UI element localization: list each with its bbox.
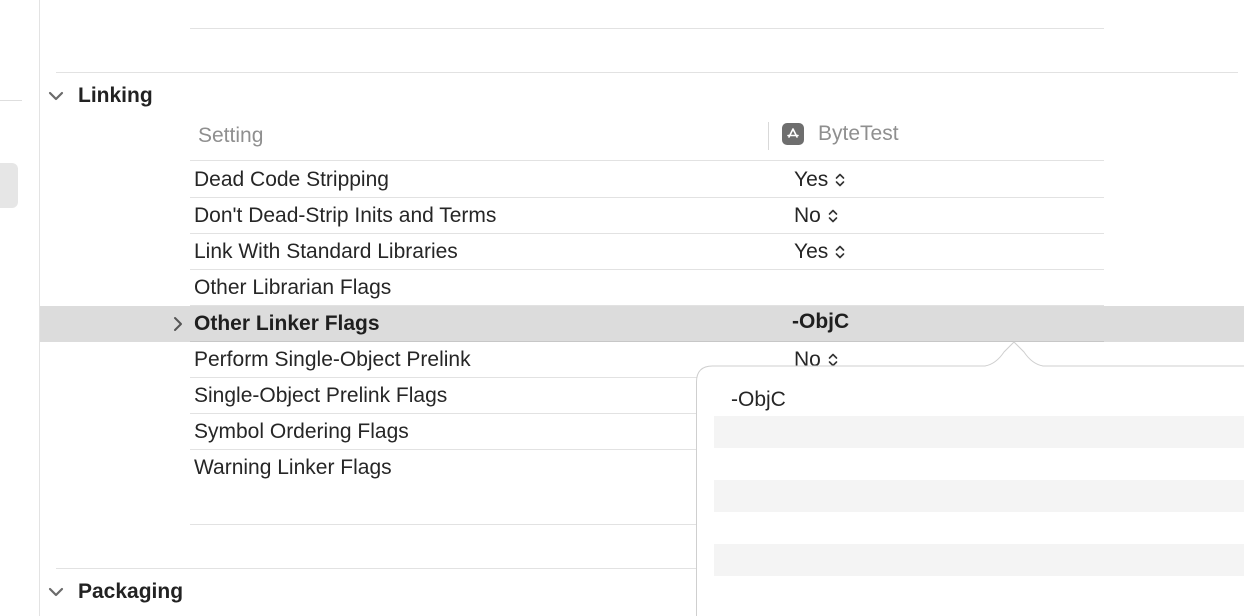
build-settings-panel: Linking Setting ByteTest Dead Code Strip… [0,0,1244,616]
flag-list-item[interactable] [714,416,1244,448]
up-down-chevron-icon[interactable] [834,172,846,188]
setting-value-popup[interactable]: Yes [794,234,846,270]
section-title-linking: Linking [78,84,153,107]
section-header-packaging[interactable]: Packaging [46,580,183,604]
chevron-down-icon[interactable] [46,582,66,602]
section-header-linking[interactable]: Linking [46,84,153,108]
section-title-packaging: Packaging [78,580,184,603]
chevron-right-icon[interactable] [170,314,186,334]
setting-row-other-linker-flags[interactable]: Other Linker Flags -ObjC [40,306,1244,342]
setting-row-dead-code-stripping[interactable]: Dead Code Stripping Yes [190,162,1104,198]
flag-list-item[interactable] [714,480,1244,512]
flag-list-item[interactable] [714,544,1244,576]
setting-name: Perform Single-Object Prelink [194,348,471,371]
setting-value[interactable]: -ObjC [792,304,849,340]
flag-list-item[interactable] [714,512,1244,544]
sidebar-separator [0,100,22,101]
sidebar-selection-indicator[interactable] [0,163,18,208]
setting-row-other-librarian-flags[interactable]: Other Librarian Flags [190,270,1104,306]
previous-section-table-bottom [190,28,1104,29]
setting-name: Don't Dead-Strip Inits and Terms [194,204,497,227]
setting-value: No [794,204,821,227]
setting-name: Other Librarian Flags [194,276,392,299]
setting-value-popup[interactable]: Yes [794,162,846,198]
setting-value: Yes [794,240,829,263]
header-separator [190,160,1104,161]
app-store-icon [782,123,804,145]
setting-name: Other Linker Flags [194,312,380,335]
chevron-down-icon[interactable] [46,86,66,106]
column-divider[interactable] [768,122,769,150]
setting-value-popup[interactable]: No [794,198,839,234]
flag-list-item[interactable]: -ObjC [714,384,1244,416]
flags-list[interactable]: -ObjC [714,384,1244,608]
setting-name: Link With Standard Libraries [194,240,458,263]
setting-name: Single-Object Prelink Flags [194,384,448,407]
column-header-setting[interactable]: Setting [198,124,263,148]
setting-row-link-standard-libraries[interactable]: Link With Standard Libraries Yes [190,234,1104,270]
setting-row-dont-dead-strip[interactable]: Don't Dead-Strip Inits and Terms No [190,198,1104,234]
setting-name: Warning Linker Flags [194,456,392,479]
linker-flags-popover[interactable]: -ObjC [696,340,1244,616]
setting-value: Yes [794,168,829,191]
up-down-chevron-icon[interactable] [827,208,839,224]
setting-name: Dead Code Stripping [194,168,389,191]
setting-name: Symbol Ordering Flags [194,420,409,443]
column-header-setting-label: Setting [198,124,264,147]
column-header-target[interactable]: ByteTest [782,122,899,146]
up-down-chevron-icon[interactable] [834,244,846,260]
flag-list-item[interactable] [714,448,1244,480]
flag-list-item[interactable] [714,576,1244,608]
column-header-target-label: ByteTest [818,122,899,145]
section-separator [56,72,1238,73]
